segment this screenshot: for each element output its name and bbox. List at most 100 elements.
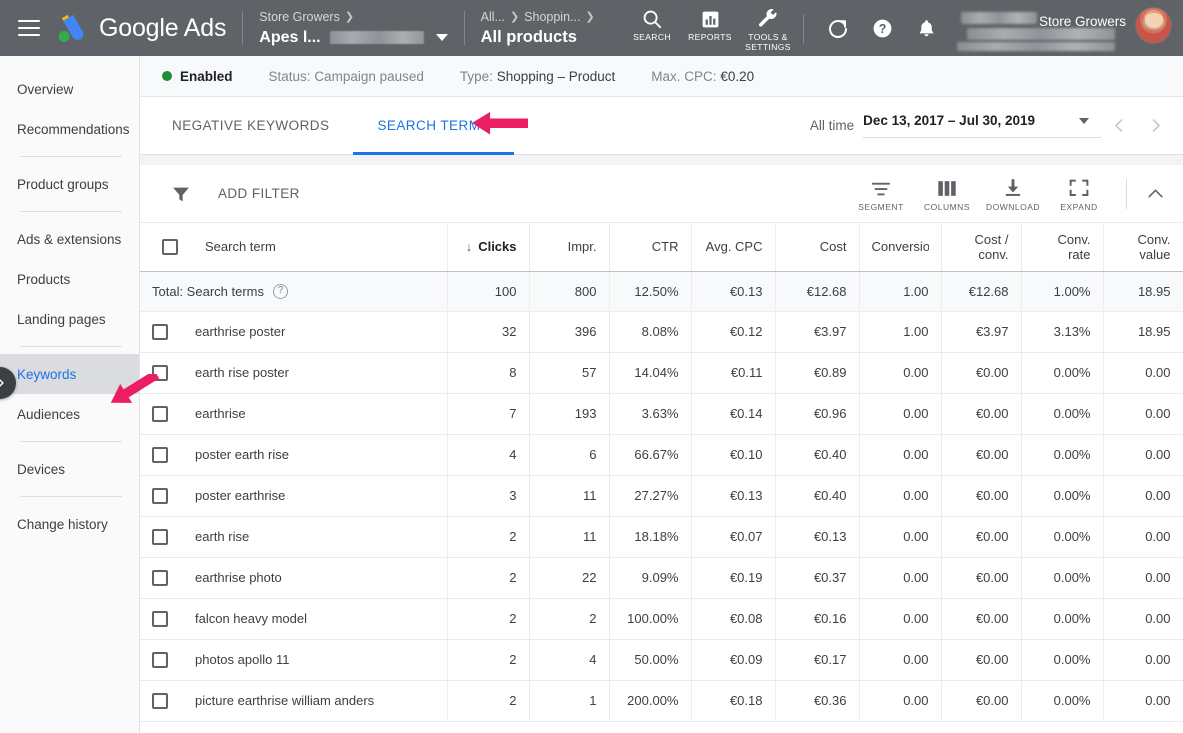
sidebar-item-recommendations[interactable]: Recommendations xyxy=(0,109,139,149)
column-header-conversions[interactable]: Conversions xyxy=(859,223,941,271)
row-checkbox[interactable] xyxy=(152,365,168,381)
sidebar-item-products[interactable]: Products xyxy=(0,259,139,299)
row-checkbox[interactable] xyxy=(152,693,168,709)
tab-search-terms[interactable]: SEARCH TERMS xyxy=(353,97,513,155)
column-header-search-term[interactable]: Search term xyxy=(140,223,447,271)
cell-avg-cpc: €0.09 xyxy=(691,639,775,680)
column-header-impr[interactable]: Impr. xyxy=(529,223,609,271)
select-all-checkbox[interactable] xyxy=(162,239,178,255)
expand-button[interactable]: EXPAND xyxy=(1046,175,1112,212)
sort-arrow-down-icon: ↓ xyxy=(466,239,473,254)
columns-button[interactable]: COLUMNS xyxy=(914,175,980,212)
collapse-panel-button[interactable] xyxy=(1135,174,1175,214)
table-row[interactable]: poster earthrise31127.27%€0.13€0.400.00€… xyxy=(140,475,1183,516)
table-row[interactable]: earth rise21118.18%€0.07€0.130.00€0.000.… xyxy=(140,516,1183,557)
row-checkbox[interactable] xyxy=(152,406,168,422)
cell-conversions: 0.00 xyxy=(859,352,941,393)
table-row[interactable]: earthrise71933.63%€0.14€0.960.00€0.000.0… xyxy=(140,393,1183,434)
column-header-conv-rate[interactable]: Conv. rate xyxy=(1021,223,1103,271)
chevron-up-collapse-icon xyxy=(1146,184,1165,203)
search-term-text: earthrise photo xyxy=(195,570,282,585)
column-header-avg-cpc[interactable]: Avg. CPC xyxy=(691,223,775,271)
help-circle-icon[interactable]: ? xyxy=(273,284,288,299)
account-breadcrumb[interactable]: Store Growers ❯ Apes l... xyxy=(259,9,447,48)
date-range-value[interactable]: Dec 13, 2017 – Jul 30, 2019 xyxy=(863,113,1101,138)
search-button[interactable]: SEARCH xyxy=(623,7,681,43)
column-header-cost-per-conv[interactable]: Cost / conv. xyxy=(941,223,1021,271)
cell-cost-conv: €0.00 xyxy=(941,434,1021,475)
sidebar-item-change-history[interactable]: Change history xyxy=(0,504,139,544)
cell-impr: 11 xyxy=(529,475,609,516)
table-row[interactable]: earthrise photo2229.09%€0.19€0.370.00€0.… xyxy=(140,557,1183,598)
column-header-cost[interactable]: Cost xyxy=(775,223,859,271)
cell-clicks: 2 xyxy=(447,680,529,721)
sidebar-divider xyxy=(20,346,122,347)
date-range-selector[interactable]: All time Dec 13, 2017 – Jul 30, 2019 xyxy=(810,108,1183,144)
row-checkbox[interactable] xyxy=(152,488,168,504)
tools-settings-button[interactable]: TOOLS &SETTINGS xyxy=(739,7,797,52)
column-header-conv-value[interactable]: Conv. value xyxy=(1103,223,1183,271)
help-button[interactable]: ? xyxy=(860,7,904,55)
search-term-text: earthrise xyxy=(195,406,246,421)
status-enabled-label: Enabled xyxy=(180,69,233,84)
cell-impr: 1 xyxy=(529,680,609,721)
chevron-right-icon: ❯ xyxy=(345,9,354,26)
row-checkbox[interactable] xyxy=(152,652,168,668)
segment-button[interactable]: SEGMENT xyxy=(848,175,914,212)
breadcrumb-campaign[interactable]: Shoppin... xyxy=(524,9,580,26)
maxcpc-field: Max. CPC: €0.20 xyxy=(651,69,754,84)
table-row[interactable]: falcon heavy model22100.00%€0.08€0.160.0… xyxy=(140,598,1183,639)
row-checkbox[interactable] xyxy=(152,611,168,627)
refresh-button[interactable] xyxy=(816,7,860,55)
row-checkbox[interactable] xyxy=(152,529,168,545)
campaign-breadcrumb[interactable]: All... ❯ Shoppin... ❯ All products xyxy=(481,9,600,48)
cell-conv-value: 0.00 xyxy=(1103,393,1183,434)
add-filter-button[interactable]: ADD FILTER xyxy=(170,183,300,205)
sidebar-item-overview[interactable]: Overview xyxy=(0,69,139,109)
sidebar-item-audiences[interactable]: Audiences xyxy=(0,394,139,434)
search-term-cell: poster earth rise xyxy=(140,434,447,475)
cell-conv-rate: 0.00% xyxy=(1021,557,1103,598)
sidebar-item-label: Audiences xyxy=(17,407,80,422)
column-header-clicks[interactable]: ↓Clicks xyxy=(447,223,529,271)
table-row[interactable]: poster earth rise4666.67%€0.10€0.400.00€… xyxy=(140,434,1183,475)
table-row[interactable]: photos apollo 112450.00%€0.09€0.170.00€0… xyxy=(140,639,1183,680)
maxcpc-value: €0.20 xyxy=(720,69,754,84)
account-chevron-down-icon[interactable] xyxy=(436,34,448,41)
google-ads-logo-text: Google Ads xyxy=(99,14,226,43)
notifications-button[interactable] xyxy=(904,7,948,55)
sidebar-item-product-groups[interactable]: Product groups xyxy=(0,164,139,204)
google-ads-logo[interactable]: Google Ads xyxy=(56,13,226,43)
svg-text:?: ? xyxy=(878,22,886,36)
hamburger-menu-icon[interactable] xyxy=(18,20,40,36)
cell-cost: €0.89 xyxy=(775,352,859,393)
cell-conversions: 0.00 xyxy=(859,639,941,680)
chevron-down-icon[interactable] xyxy=(1079,118,1089,124)
sidebar-item-ads-extensions[interactable]: Ads & extensions xyxy=(0,219,139,259)
cell-cost: €0.13 xyxy=(775,516,859,557)
sidebar-item-devices[interactable]: Devices xyxy=(0,449,139,489)
table-row[interactable]: earthrise poster323968.08%€0.12€3.971.00… xyxy=(140,311,1183,352)
row-checkbox[interactable] xyxy=(152,324,168,340)
date-next-button[interactable] xyxy=(1137,108,1173,144)
row-checkbox[interactable] xyxy=(152,447,168,463)
column-header-ctr[interactable]: CTR xyxy=(609,223,691,271)
cell-clicks: 2 xyxy=(447,639,529,680)
sidebar-item-landing-pages[interactable]: Landing pages xyxy=(0,299,139,339)
sidebar-item-keywords[interactable]: Keywords xyxy=(0,354,139,394)
reports-button[interactable]: REPORTS xyxy=(681,7,739,43)
breadcrumb-all[interactable]: All... xyxy=(481,9,505,26)
download-button[interactable]: DOWNLOAD xyxy=(980,175,1046,212)
search-term-cell: poster earthrise xyxy=(140,475,447,516)
tab-negative-keywords[interactable]: NEGATIVE KEYWORDS xyxy=(148,97,353,155)
search-term-cell: earthrise photo xyxy=(140,557,447,598)
account-info[interactable]: Store Growers xyxy=(954,7,1126,55)
cell-cost: €0.40 xyxy=(775,434,859,475)
search-term-text: earthrise poster xyxy=(195,324,285,339)
row-checkbox[interactable] xyxy=(152,570,168,586)
cell-ctr: 100.00% xyxy=(609,598,691,639)
table-row[interactable]: picture earthrise william anders21200.00… xyxy=(140,680,1183,721)
date-prev-button[interactable] xyxy=(1101,108,1137,144)
avatar[interactable] xyxy=(1135,7,1172,44)
table-row[interactable]: earth rise poster85714.04%€0.11€0.890.00… xyxy=(140,352,1183,393)
